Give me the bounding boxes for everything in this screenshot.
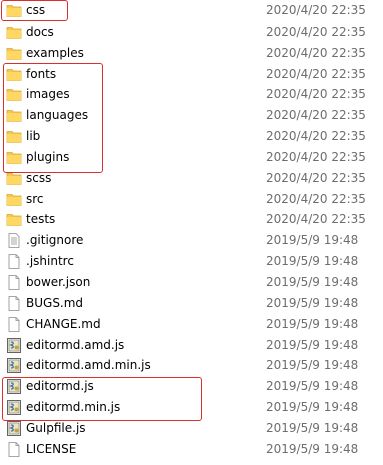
modified-date: 2019/5/9 19:48 [266, 254, 359, 269]
file-name: images [26, 87, 70, 102]
folder-icon [6, 25, 22, 40]
modified-date: 2019/5/9 19:48 [266, 358, 359, 373]
list-item[interactable]: plugins 2020/4/20 22:35 [0, 147, 383, 168]
file-name: editormd.js [26, 379, 94, 394]
list-item[interactable]: images 2020/4/20 22:35 [0, 84, 383, 105]
list-item[interactable]: .gitignore 2019/5/9 19:48 [0, 230, 383, 251]
file-name: src [26, 191, 44, 206]
list-item[interactable]: editormd.min.js 2019/5/9 19:48 [0, 397, 383, 418]
blank-file-icon [6, 316, 22, 332]
list-item[interactable]: docs 2020/4/20 22:35 [0, 22, 383, 43]
modified-date: 2019/5/9 19:48 [266, 316, 359, 331]
file-name: editormd.amd.min.js [26, 358, 151, 373]
blank-file-icon [6, 254, 22, 270]
text-file-icon [6, 233, 22, 249]
script-file-icon [6, 337, 22, 353]
modified-date: 2020/4/20 22:35 [266, 170, 366, 185]
file-name: languages [26, 108, 89, 123]
file-list: css 2020/4/20 22:35 docs 2020/4/20 22:35… [0, 0, 383, 460]
modified-date: 2020/4/20 22:35 [266, 191, 366, 206]
list-item[interactable]: bower.json 2019/5/9 19:48 [0, 272, 383, 293]
list-item[interactable]: CHANGE.md 2019/5/9 19:48 [0, 314, 383, 335]
list-item[interactable]: scss 2020/4/20 22:35 [0, 168, 383, 189]
file-name: .gitignore [26, 233, 84, 248]
blank-file-icon [6, 295, 22, 311]
modified-date: 2019/5/9 19:48 [266, 400, 359, 415]
modified-date: 2020/4/20 22:35 [266, 129, 366, 144]
file-name: Gulpfile.js [26, 420, 86, 435]
list-item[interactable]: lib 2020/4/20 22:35 [0, 126, 383, 147]
folder-icon [6, 192, 22, 207]
folder-icon [6, 67, 22, 82]
list-item[interactable]: src 2020/4/20 22:35 [0, 189, 383, 210]
script-file-icon [6, 379, 22, 395]
folder-icon [6, 150, 22, 165]
file-name: fonts [26, 66, 57, 81]
folder-icon [6, 87, 22, 102]
modified-date: 2020/4/20 22:35 [266, 3, 366, 17]
modified-date: 2020/4/20 22:35 [266, 149, 366, 164]
modified-date: 2020/4/20 22:35 [266, 24, 366, 39]
folder-icon [6, 212, 22, 227]
file-name: editormd.amd.js [26, 337, 125, 352]
modified-date: 2019/5/9 19:48 [266, 420, 359, 435]
list-item[interactable]: fonts 2020/4/20 22:35 [0, 64, 383, 85]
list-item[interactable]: editormd.amd.min.js 2019/5/9 19:48 [0, 355, 383, 376]
list-item[interactable]: BUGS.md 2019/5/9 19:48 [0, 293, 383, 314]
list-item[interactable]: LICENSE 2019/5/9 19:48 [0, 439, 383, 460]
script-file-icon [6, 358, 22, 374]
file-name: tests [26, 212, 56, 227]
modified-date: 2019/5/9 19:48 [266, 337, 359, 352]
file-name: bower.json [26, 274, 91, 289]
file-name: css [26, 3, 46, 17]
list-item[interactable]: Gulpfile.js 2019/5/9 19:48 [0, 418, 383, 439]
file-name: LICENSE [26, 441, 77, 456]
list-item[interactable]: tests 2020/4/20 22:35 [0, 209, 383, 230]
blank-file-icon [6, 441, 22, 457]
file-name: CHANGE.md [26, 316, 101, 331]
folder-icon [6, 3, 22, 18]
modified-date: 2019/5/9 19:48 [266, 441, 359, 456]
folder-icon [6, 171, 22, 186]
file-name: plugins [26, 149, 70, 164]
file-name: docs [26, 24, 54, 39]
list-item[interactable]: css 2020/4/20 22:35 [0, 0, 383, 22]
modified-date: 2020/4/20 22:35 [266, 87, 366, 102]
modified-date: 2020/4/20 22:35 [266, 45, 366, 60]
modified-date: 2020/4/20 22:35 [266, 212, 366, 227]
list-item[interactable]: .jshintrc 2019/5/9 19:48 [0, 251, 383, 272]
modified-date: 2020/4/20 22:35 [266, 66, 366, 81]
modified-date: 2019/5/9 19:48 [266, 233, 359, 248]
script-file-icon [6, 400, 22, 415]
modified-date: 2020/4/20 22:35 [266, 108, 366, 123]
file-name: .jshintrc [26, 254, 74, 269]
folder-icon [6, 46, 22, 61]
modified-date: 2019/5/9 19:48 [266, 274, 359, 289]
file-name: BUGS.md [26, 295, 84, 310]
file-name: lib [26, 129, 41, 144]
blank-file-icon [6, 275, 22, 290]
list-item[interactable]: languages 2020/4/20 22:35 [0, 105, 383, 126]
file-name: scss [26, 170, 52, 185]
modified-date: 2019/5/9 19:48 [266, 379, 359, 394]
list-item[interactable]: editormd.js 2019/5/9 19:48 [0, 376, 383, 397]
script-file-icon [6, 420, 22, 436]
list-item[interactable]: editormd.amd.js 2019/5/9 19:48 [0, 335, 383, 356]
file-name: examples [26, 45, 84, 60]
folder-icon [6, 129, 22, 144]
modified-date: 2019/5/9 19:48 [266, 295, 359, 310]
folder-icon [6, 108, 22, 123]
file-name: editormd.min.js [26, 400, 121, 415]
list-item[interactable]: examples 2020/4/20 22:35 [0, 43, 383, 64]
